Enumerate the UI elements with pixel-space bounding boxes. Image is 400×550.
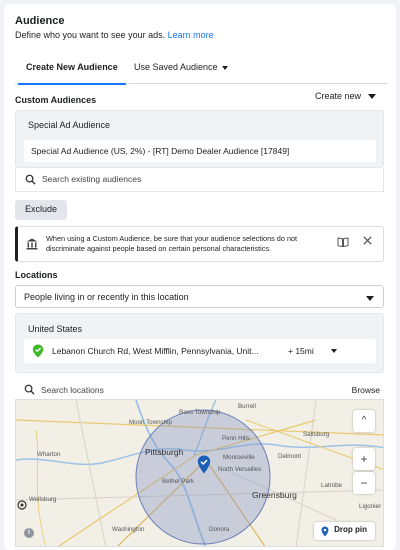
tab-use-saved-audience[interactable]: Use Saved Audience — [134, 62, 228, 72]
discrimination-notice: When using a Custom Audience, be sure th… — [15, 226, 384, 262]
book-icon[interactable] — [337, 236, 349, 248]
search-icon — [25, 174, 36, 185]
caret-down-icon — [221, 65, 228, 70]
map-label: Pittsburgh — [145, 447, 184, 457]
search-audiences-input[interactable]: Search existing audiences — [15, 168, 384, 192]
section-title: Audience — [15, 15, 65, 27]
radius-caret-icon[interactable] — [331, 349, 337, 353]
selected-audience-token[interactable]: Special Ad Audience (US, 2%) - [RT] Demo… — [24, 140, 376, 162]
map-label: Burrell — [238, 403, 256, 410]
search-audiences-placeholder: Search existing audiences — [42, 174, 142, 184]
subtitle-text: Define who you want to see your ads. — [15, 30, 166, 40]
map-info-icon[interactable]: i — [24, 528, 34, 538]
map-pan-up-button[interactable]: ^ — [353, 410, 375, 432]
search-icon — [24, 384, 35, 395]
audience-card: Audience Define who you want to see your… — [4, 4, 396, 550]
drop-pin-label: Drop pin — [334, 525, 367, 534]
section-subtitle: Define who you want to see your ads. Lea… — [15, 30, 214, 40]
map-location-pin-icon — [197, 455, 211, 474]
tab-label: Use Saved Audience — [134, 62, 218, 72]
zoom-out-button[interactable]: − — [353, 472, 375, 494]
caret-down-icon — [368, 94, 376, 100]
drop-pin-button[interactable]: Drop pin — [314, 522, 375, 540]
zoom-in-button[interactable]: + — [353, 448, 375, 470]
search-locations-input[interactable]: Search locations Browse — [15, 378, 384, 400]
tab-create-new-audience[interactable]: Create New Audience — [18, 62, 126, 85]
pin-icon — [321, 526, 329, 537]
map-label: Saltsburg — [303, 431, 330, 438]
exclude-button[interactable]: Exclude — [15, 200, 68, 220]
location-type-value: People living in or recently in this loc… — [24, 292, 189, 302]
notice-text: When using a Custom Audience, be sure th… — [46, 234, 298, 253]
map-label: Delmont — [278, 453, 302, 460]
bank-icon — [26, 238, 38, 250]
map-label: North Versailles — [218, 466, 262, 473]
map-label: Penn Hills — [222, 435, 250, 442]
map-label: Moon Township — [129, 419, 172, 426]
map-label: Wharton — [37, 451, 61, 458]
location-name: Lebanon Church Rd, West Mifflin, Pennsyl… — [52, 346, 259, 356]
map-label: Bethel Park — [162, 478, 194, 485]
locations-label: Locations — [15, 270, 58, 280]
audience-tabs: Create New Audience Use Saved Audience — [15, 56, 387, 85]
custom-audience-box: Special Ad Audience Special Ad Audience … — [15, 110, 384, 168]
radius-value[interactable]: + 15mi — [288, 346, 314, 356]
close-icon[interactable] — [362, 235, 373, 246]
map-label: Monroeville — [223, 454, 255, 461]
tab-label: Create New Audience — [26, 62, 118, 72]
map-label: Washington — [112, 526, 145, 533]
custom-audiences-label: Custom Audiences — [15, 95, 97, 105]
browse-link[interactable]: Browse — [352, 385, 380, 395]
location-box: United States Lebanon Church Rd, West Mi… — [15, 313, 384, 373]
caret-down-icon — [366, 296, 374, 301]
learn-more-link[interactable]: Learn more — [168, 30, 214, 40]
country-label: United States — [28, 324, 83, 334]
map-label: Greensburg — [252, 490, 297, 500]
location-pin-icon — [32, 344, 44, 358]
map-label: Ligonier — [359, 503, 382, 510]
map-label: Ross Township — [179, 409, 221, 416]
locate-icon[interactable] — [16, 499, 28, 511]
create-new-dropdown[interactable]: Create new — [315, 91, 376, 101]
selected-location-row[interactable]: Lebanon Church Rd, West Mifflin, Pennsyl… — [24, 339, 376, 363]
location-type-select[interactable]: People living in or recently in this loc… — [15, 285, 384, 308]
special-ad-audience-label: Special Ad Audience — [28, 120, 111, 130]
map-label: Donora — [209, 526, 230, 533]
search-locations-placeholder: Search locations — [41, 385, 104, 395]
create-new-label: Create new — [314, 91, 361, 101]
location-map[interactable]: Burrell Ross Township Moon Township Penn… — [15, 399, 384, 547]
map-label: Wellsburg — [29, 496, 57, 503]
map-label: Latrobe — [321, 482, 342, 489]
